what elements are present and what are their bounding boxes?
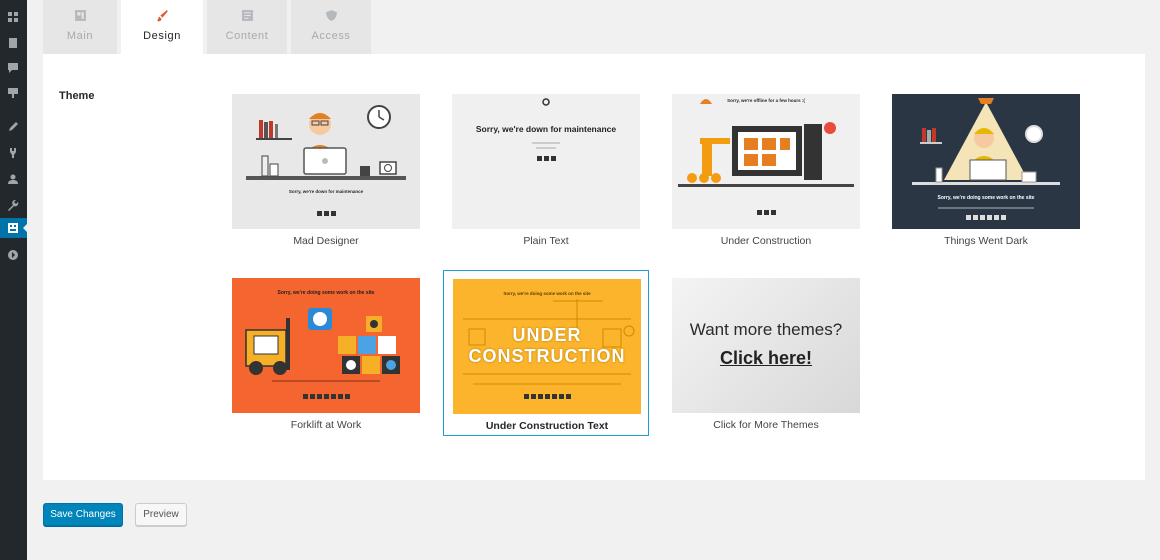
theme-name: Under Construction Text bbox=[485, 420, 609, 432]
theme-name: Plain Text bbox=[523, 235, 569, 247]
grid-icon bbox=[6, 221, 20, 235]
theme-thumbnail: Sorry, we're offline for a few hours :( bbox=[672, 94, 860, 229]
tab-access[interactable]: Access bbox=[291, 0, 371, 54]
thumb-social-icons bbox=[232, 394, 420, 399]
theme-name: Things Went Dark bbox=[944, 235, 1028, 247]
tab-main[interactable]: Main bbox=[43, 0, 117, 54]
theme-card-mad-designer[interactable]: Sorry, we're down for maintenance Mad De… bbox=[223, 86, 429, 252]
comments-icon[interactable] bbox=[6, 61, 20, 75]
thumb-text-line bbox=[536, 147, 556, 149]
tab-label: Content bbox=[225, 30, 269, 42]
theme-name: Mad Designer bbox=[293, 235, 359, 247]
thumb-social-icons bbox=[672, 210, 860, 215]
theme-card-things-went-dark[interactable]: Sorry, we're doing some work on the site… bbox=[883, 86, 1089, 252]
preview-button[interactable]: Preview bbox=[135, 503, 187, 526]
paintbrush-icon bbox=[155, 8, 169, 22]
theme-name: Click for More Themes bbox=[713, 419, 819, 431]
appearance-icon[interactable] bbox=[6, 120, 20, 134]
design-panel: Theme Sorry, we're down for maintenance … bbox=[43, 54, 1145, 480]
gear-icon bbox=[542, 98, 550, 106]
more-themes-heading: Want more themes? bbox=[689, 320, 843, 339]
theme-thumbnail: Sorry, we're doing some work on the site… bbox=[453, 279, 641, 414]
active-pointer bbox=[23, 224, 27, 232]
theme-thumbnail: Sorry, we're down for maintenance bbox=[232, 94, 420, 229]
admin-sidebar bbox=[0, 0, 27, 560]
tab-label: Main bbox=[66, 30, 94, 42]
plugins-icon[interactable] bbox=[6, 146, 20, 160]
more-themes-link[interactable]: Click here! bbox=[672, 348, 860, 369]
theme-card-plain-text[interactable]: Sorry, we're down for maintenance Plain … bbox=[443, 86, 649, 252]
forklift-illustration bbox=[245, 308, 400, 382]
theme-thumbnail: Sorry, we're doing some work on the site bbox=[232, 278, 420, 413]
pages-icon[interactable] bbox=[6, 36, 20, 50]
mad-designer-illustration bbox=[246, 105, 406, 180]
dashboard-icon[interactable] bbox=[6, 10, 20, 24]
collapse-icon[interactable] bbox=[6, 248, 20, 262]
theme-card-under-construction-text[interactable]: Sorry, we're doing some work on the site… bbox=[443, 270, 649, 436]
thumb-text-line bbox=[938, 207, 1034, 209]
theme-card-forklift-at-work[interactable]: Sorry, we're doing some work on the site… bbox=[223, 270, 429, 436]
theme-card-under-construction[interactable]: Sorry, we're offline for a few hours :( … bbox=[663, 86, 869, 252]
thumb-social-icons bbox=[453, 394, 641, 399]
theme-label: Theme bbox=[59, 90, 95, 102]
thumb-headline: Sorry, we're down for maintenance bbox=[288, 189, 364, 194]
thumb-big-text: UNDER CONSTRUCTION bbox=[468, 325, 626, 366]
tab-content[interactable]: Content bbox=[207, 0, 287, 54]
layout-icon bbox=[73, 8, 87, 22]
tools-icon[interactable] bbox=[6, 198, 20, 212]
settings-tabs: Main Design Content Access bbox=[43, 0, 371, 54]
tab-label: Access bbox=[311, 30, 351, 42]
tab-design[interactable]: Design bbox=[121, 0, 203, 54]
theme-thumbnail: Sorry, we're down for maintenance bbox=[452, 94, 640, 229]
thumb-headline: Sorry, we're down for maintenance bbox=[475, 124, 617, 134]
document-icon bbox=[240, 8, 254, 22]
tab-label: Design bbox=[143, 30, 181, 42]
users-icon[interactable] bbox=[6, 172, 20, 186]
thumb-social-icons bbox=[232, 211, 420, 216]
thumb-social-icons bbox=[892, 215, 1080, 220]
theme-name: Forklift at Work bbox=[290, 419, 362, 431]
thumb-social-icons bbox=[452, 156, 640, 161]
theme-card-more-themes[interactable]: Want more themes? Click here! Click for … bbox=[663, 270, 869, 436]
theme-thumbnail: Sorry, we're doing some work on the site bbox=[892, 94, 1080, 229]
under-construction-illustration bbox=[678, 99, 854, 187]
thumb-headline: Sorry, we're doing some work on the site bbox=[937, 195, 1035, 201]
feedback-icon[interactable] bbox=[6, 86, 20, 100]
theme-name: Under Construction bbox=[720, 235, 812, 247]
shield-icon bbox=[324, 8, 338, 22]
save-changes-button[interactable]: Save Changes bbox=[43, 503, 123, 526]
theme-thumbnail: Want more themes? Click here! bbox=[672, 278, 860, 413]
thumb-text-line bbox=[532, 142, 560, 144]
